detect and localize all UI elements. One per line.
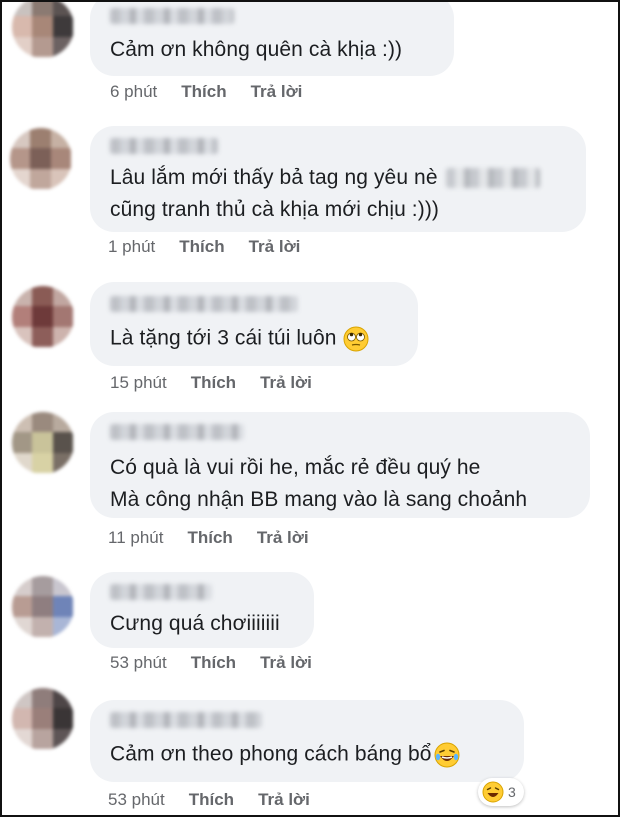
author-name-blurred[interactable] <box>110 138 218 154</box>
reply-button[interactable]: Trả lời <box>249 237 301 257</box>
like-button[interactable]: Thích <box>189 790 234 810</box>
comment-bubble: Cưng quá chơiiiiiii <box>90 572 314 648</box>
comment-text-line: Lâu lắm mới thấy bả tag ng yêu nè <box>110 166 438 189</box>
like-button[interactable]: Thích <box>191 373 236 393</box>
comment-text: Lâu lắm mới thấy bả tag ng yêu nè <box>110 166 540 190</box>
avatar[interactable] <box>12 688 74 750</box>
reply-button[interactable]: Trả lời <box>260 653 312 673</box>
timestamp[interactable]: 6 phút <box>110 82 157 102</box>
avatar[interactable] <box>10 128 72 190</box>
author-name-blurred[interactable] <box>110 584 212 600</box>
laughing-tears-emoji <box>434 742 459 768</box>
comment-text-line: Là tặng tới 3 cái túi luôn <box>110 326 337 350</box>
comment-bubble: Là tặng tới 3 cái túi luôn <box>90 282 418 366</box>
reply-button[interactable]: Trả lời <box>251 82 303 102</box>
tagged-name-blurred[interactable] <box>445 168 540 189</box>
eye-roll-emoji <box>343 326 369 352</box>
comment-text: Cưng quá chơiiiiiii <box>110 612 280 635</box>
comment-text: Là tặng tới 3 cái túi luôn <box>110 326 369 352</box>
comment-actions: 11 phút Thích Trả lời <box>108 528 309 548</box>
reply-button[interactable]: Trả lời <box>258 790 310 810</box>
laughing-reaction-icon <box>482 781 504 803</box>
author-name-blurred[interactable] <box>110 424 244 440</box>
reaction-count-badge[interactable]: 3 <box>478 778 524 806</box>
timestamp[interactable]: 53 phút <box>108 790 165 810</box>
avatar[interactable] <box>12 286 74 348</box>
author-name-blurred[interactable] <box>110 8 234 24</box>
comment-text: cũng tranh thủ cà khịa mới chịu :))) <box>110 198 440 221</box>
author-name-blurred[interactable] <box>110 296 298 312</box>
timestamp[interactable]: 1 phút <box>108 237 155 257</box>
reply-button[interactable]: Trả lời <box>260 373 312 393</box>
timestamp[interactable]: 53 phút <box>110 653 167 673</box>
comment-screenshot-frame: Cảm ơn không quên cà khịa :)) 6 phút Thíc… <box>0 0 620 817</box>
avatar[interactable] <box>12 412 74 474</box>
comment-text: Có quà là vui rồi he, mắc rẻ đều quý he <box>110 456 481 479</box>
timestamp[interactable]: 11 phút <box>108 528 163 548</box>
comment-bubble: Có quà là vui rồi he, mắc rẻ đều quý he … <box>90 412 590 518</box>
timestamp[interactable]: 15 phút <box>110 373 167 393</box>
comment-text: Mà công nhận BB mang vào là sang choảnh <box>110 488 528 511</box>
reply-button[interactable]: Trả lời <box>257 528 309 548</box>
avatar[interactable] <box>12 2 74 58</box>
reaction-count: 3 <box>508 784 516 800</box>
avatar[interactable] <box>12 576 74 638</box>
like-button[interactable]: Thích <box>179 237 224 257</box>
comment-actions: 6 phút Thích Trả lời <box>110 82 302 102</box>
comment-actions: 53 phút Thích Trả lời <box>110 653 312 673</box>
comment-actions: 15 phút Thích Trả lời <box>110 373 312 393</box>
like-button[interactable]: Thích <box>187 528 232 548</box>
comment-text-line: Cảm ơn theo phong cách báng bổ <box>110 742 432 766</box>
comment-text: Cảm ơn theo phong cách báng bổ <box>110 742 460 768</box>
comment-actions: 1 phút Thích Trả lời <box>108 237 300 257</box>
comment-text: Cảm ơn không quên cà khịa :)) <box>110 38 403 61</box>
comment-actions: 53 phút Thích Trả lời <box>108 790 310 810</box>
like-button[interactable]: Thích <box>191 653 236 673</box>
comment-bubble: Lâu lắm mới thấy bả tag ng yêu nè cũng t… <box>90 126 586 232</box>
comment-bubble: Cảm ơn theo phong cách báng bổ <box>90 700 524 782</box>
like-button[interactable]: Thích <box>181 82 226 102</box>
author-name-blurred[interactable] <box>110 712 262 728</box>
comment-bubble: Cảm ơn không quên cà khịa :)) <box>90 2 454 76</box>
